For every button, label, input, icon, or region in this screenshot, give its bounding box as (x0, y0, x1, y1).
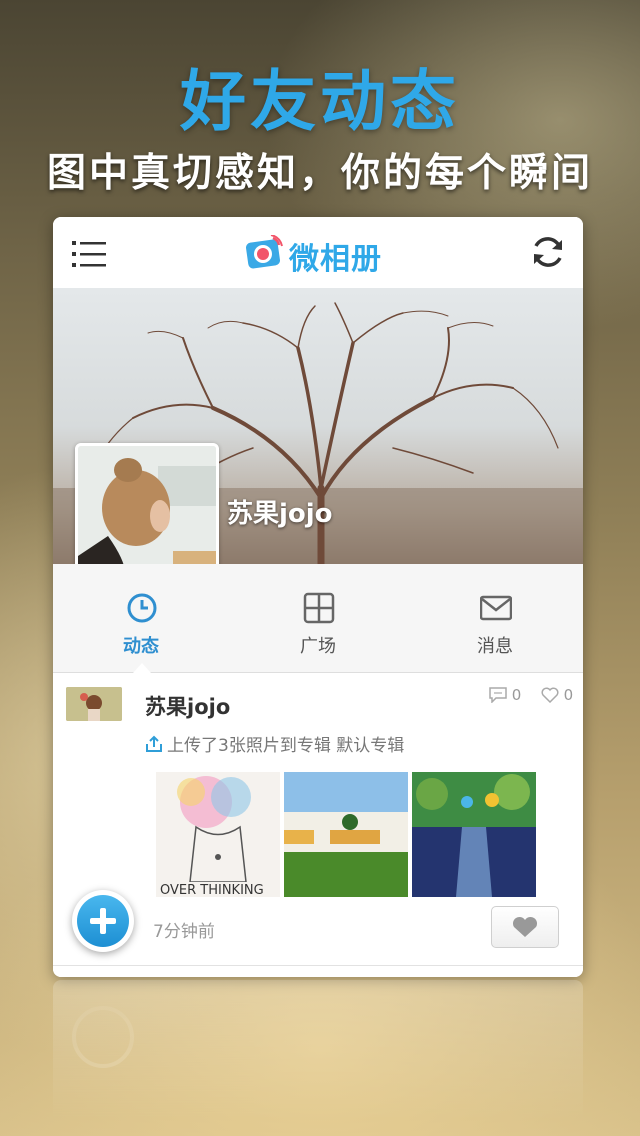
upload-icon (146, 735, 162, 752)
promo-subtitle: 图中真切感知，你的每个瞬间 (46, 151, 593, 196)
app-header: 微相册 (53, 217, 583, 289)
refresh-icon[interactable] (529, 233, 567, 271)
svg-text:OVER THINKING: OVER THINKING (160, 883, 264, 897)
tab-square[interactable]: 广场 (230, 564, 406, 672)
heart-icon (512, 916, 538, 937)
post-photo[interactable] (284, 772, 408, 897)
reflection-fab-shape (72, 1006, 134, 1068)
post-action-label: 上传了3张照片到专辑 默认专辑 (167, 736, 405, 756)
feed-divider (53, 965, 583, 966)
post-avatar-image (66, 687, 122, 721)
post-photo[interactable] (412, 772, 536, 897)
card-reflection (53, 980, 583, 1136)
post-action-text: 上传了3张照片到专辑 默认专辑 (145, 731, 404, 756)
comment-count: 0 (511, 685, 522, 704)
post-photo[interactable]: OVER THINKING (156, 772, 280, 897)
menu-icon[interactable] (72, 238, 106, 270)
app-logo: 微相册 (245, 231, 395, 277)
post-stats: 0 0 (489, 685, 573, 704)
feed-list: 苏果jojo 0 0 上传了3张照片到专辑 默认专辑 OVER THINKING… (53, 673, 583, 977)
tab-messages[interactable]: 消息 (407, 564, 583, 672)
tab-messages-label: 消息 (477, 636, 513, 657)
post-photo-grid: OVER THINKING (156, 772, 536, 897)
app-name: 微相册 (289, 242, 382, 277)
comment-icon[interactable] (489, 686, 507, 703)
plus-icon (77, 895, 129, 947)
heart-outline-icon[interactable] (541, 687, 559, 703)
photo-watercolor-image: OVER THINKING (156, 772, 280, 897)
profile-name: 苏果jojo (227, 499, 333, 529)
mail-icon (480, 595, 512, 621)
grid-icon (303, 592, 335, 624)
like-count: 0 (563, 685, 574, 704)
app-screen: 微相册 苏果jojo 动态 广场 消息 苏果jojo 0 0 上传了3张照片到专… (53, 217, 583, 977)
promo-title: 好友动态 (180, 63, 460, 140)
tab-square-label: 广场 (300, 636, 336, 657)
add-post-button[interactable] (72, 890, 134, 952)
photo-cartoon-image (412, 772, 536, 897)
photo-house-image (284, 772, 408, 897)
active-tab-indicator (133, 663, 151, 673)
like-button[interactable] (491, 906, 559, 948)
camera-logo-icon (245, 235, 283, 269)
tab-feed[interactable]: 动态 (53, 564, 229, 672)
clock-icon (127, 593, 157, 623)
tab-bar: 动态 广场 消息 (53, 564, 583, 673)
post-avatar[interactable] (66, 687, 122, 721)
post-username[interactable]: 苏果jojo (145, 691, 230, 721)
post-timestamp: 7分钟前 (153, 922, 215, 942)
tab-feed-label: 动态 (123, 636, 159, 657)
